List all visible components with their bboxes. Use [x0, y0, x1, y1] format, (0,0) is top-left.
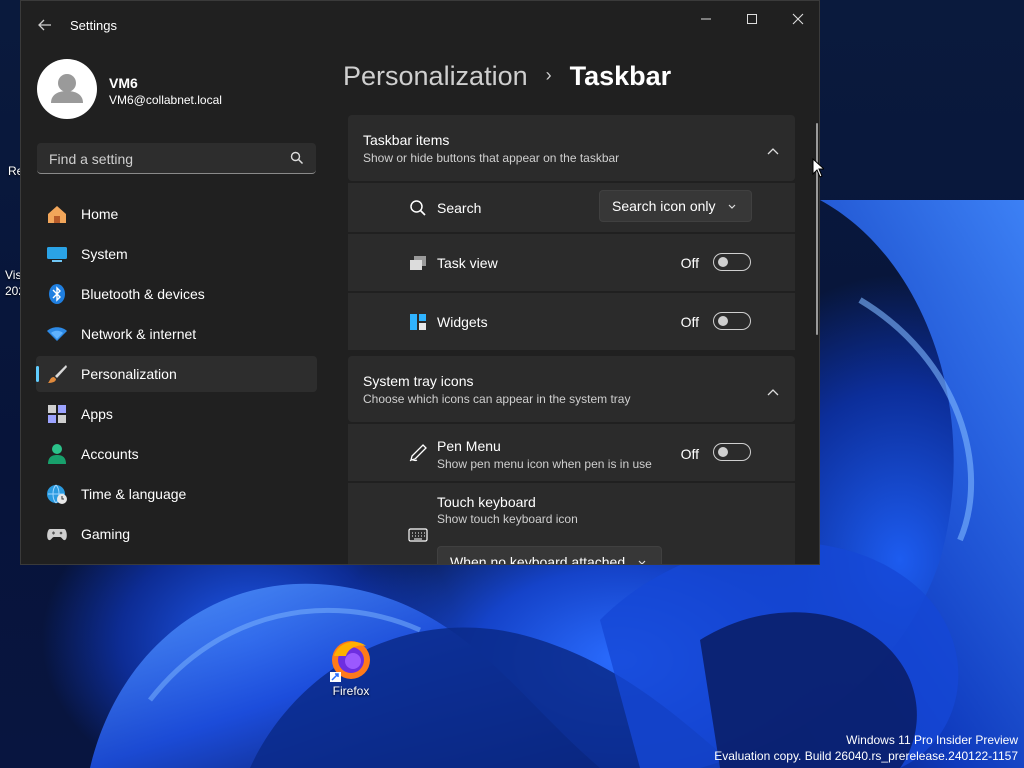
task-view-row: Task view Off — [348, 234, 795, 291]
system-tray-header[interactable]: System tray icons Choose which icons can… — [348, 356, 795, 422]
dropdown-value: When no keyboard attached — [450, 554, 626, 565]
sidebar-item-accounts[interactable]: Accounts — [36, 436, 317, 472]
globe-clock-icon — [46, 483, 68, 505]
gamepad-icon — [46, 523, 68, 545]
sidebar-item-home[interactable]: Home — [36, 196, 317, 232]
sidebar-item-label: Gaming — [81, 526, 131, 542]
row-label: Widgets — [437, 314, 488, 330]
section-subtitle: Show or hide buttons that appear on the … — [363, 151, 620, 165]
toggle-state: Off — [680, 255, 699, 271]
search-mode-dropdown[interactable]: Search icon only — [599, 190, 752, 222]
pen-icon — [408, 443, 428, 463]
row-label: Search — [437, 200, 482, 216]
task-view-icon — [408, 253, 428, 273]
sidebar-item-label: Network & internet — [81, 326, 197, 342]
sidebar-item-label: Apps — [81, 406, 113, 422]
chevron-up-icon[interactable] — [767, 142, 779, 160]
chevron-up-icon[interactable] — [767, 383, 779, 401]
back-button[interactable] — [31, 11, 59, 39]
row-label: Task view — [437, 255, 498, 271]
content-scrollbar[interactable] — [816, 123, 818, 335]
row-label: Pen Menu — [437, 438, 501, 454]
chevron-down-icon — [727, 198, 737, 214]
settings-search[interactable] — [37, 143, 316, 175]
maximize-icon — [747, 14, 757, 24]
user-avatar-icon — [51, 74, 83, 103]
sidebar-item-label: Personalization — [81, 366, 177, 382]
watermark-line: Windows 11 Pro Insider Preview — [846, 733, 1018, 747]
pen-menu-toggle[interactable] — [713, 443, 751, 461]
sidebar-item-personalization[interactable]: Personalization — [36, 356, 317, 392]
toggle-state: Off — [680, 446, 699, 462]
sidebar-item-bluetooth[interactable]: Bluetooth & devices — [36, 276, 317, 312]
sidebar-item-label: Home — [81, 206, 119, 222]
widgets-icon — [408, 312, 428, 332]
maximize-button[interactable] — [729, 5, 775, 33]
search-icon[interactable] — [290, 151, 304, 170]
user-name: VM6 — [109, 75, 138, 91]
keyboard-icon — [408, 525, 428, 545]
settings-window: Settings VM6 VM6@collabnet.local Find a … — [20, 0, 820, 565]
network-icon — [46, 323, 68, 345]
row-label: Touch keyboard — [437, 494, 536, 510]
app-title: Settings — [70, 18, 117, 33]
close-icon — [792, 13, 804, 25]
user-email: VM6@collabnet.local — [109, 93, 222, 107]
section-subtitle: Choose which icons can appear in the sys… — [363, 392, 631, 406]
sidebar-item-system[interactable]: System — [36, 236, 317, 272]
search-setting-row: Search Search icon only — [348, 183, 795, 232]
firefox-label: Firefox — [332, 684, 370, 698]
task-view-toggle[interactable] — [713, 253, 751, 271]
widgets-toggle[interactable] — [713, 312, 751, 330]
sidebar-item-network[interactable]: Network & internet — [36, 316, 317, 352]
sidebar-item-label: Accounts — [81, 446, 139, 462]
desktop-icon-label[interactable]: Vis — [5, 268, 21, 282]
row-description: Show pen menu icon when pen is in use — [437, 457, 652, 471]
breadcrumb-parent[interactable]: Personalization — [343, 61, 528, 91]
search-icon — [408, 198, 428, 218]
section-title: System tray icons — [363, 373, 474, 389]
os-watermark: Windows 11 Pro Insider Preview Evaluatio… — [714, 732, 1018, 764]
system-icon — [46, 243, 68, 265]
minimize-icon — [701, 18, 711, 20]
firefox-icon — [328, 636, 374, 682]
title-bar[interactable]: Settings — [21, 1, 819, 49]
widgets-row: Widgets Off — [348, 293, 795, 350]
brush-icon — [46, 363, 68, 385]
sidebar-item-label: Time & language — [81, 486, 187, 502]
back-arrow-icon — [38, 19, 51, 31]
mouse-cursor-icon — [812, 157, 826, 183]
sidebar-item-label: System — [81, 246, 128, 262]
home-icon — [46, 203, 68, 225]
sidebar-item-apps[interactable]: Apps — [36, 396, 317, 432]
minimize-button[interactable] — [683, 5, 729, 33]
row-description: Show touch keyboard icon — [437, 512, 578, 526]
taskbar-items-header[interactable]: Taskbar items Show or hide buttons that … — [348, 115, 795, 181]
touch-keyboard-dropdown[interactable]: When no keyboard attached — [437, 546, 662, 565]
dropdown-value: Search icon only — [612, 198, 716, 214]
firefox-desktop-shortcut[interactable]: Firefox — [322, 636, 380, 698]
sidebar-item-gaming[interactable]: Gaming — [36, 516, 317, 552]
chevron-right-icon: › — [545, 65, 552, 85]
accounts-icon — [46, 443, 68, 465]
avatar — [37, 59, 97, 119]
apps-icon — [46, 403, 68, 425]
sidebar-item-label: Bluetooth & devices — [81, 286, 205, 302]
page-title: Taskbar — [569, 61, 672, 91]
touch-keyboard-row: Touch keyboard Show touch keyboard icon … — [348, 483, 795, 565]
sidebar-item-time-language[interactable]: Time & language — [36, 476, 317, 512]
chevron-down-icon — [637, 554, 647, 564]
bluetooth-icon — [46, 283, 68, 305]
section-title: Taskbar items — [363, 132, 450, 148]
watermark-line: Evaluation copy. Build 26040.rs_prerelea… — [714, 749, 1018, 763]
close-button[interactable] — [775, 5, 819, 33]
sidebar-nav: Home System Bluetooth & devices Network … — [36, 196, 317, 556]
breadcrumb: Personalization › Taskbar — [343, 61, 671, 92]
toggle-state: Off — [680, 314, 699, 330]
search-input[interactable] — [47, 143, 281, 175]
pen-menu-row: Pen Menu Show pen menu icon when pen is … — [348, 424, 795, 481]
